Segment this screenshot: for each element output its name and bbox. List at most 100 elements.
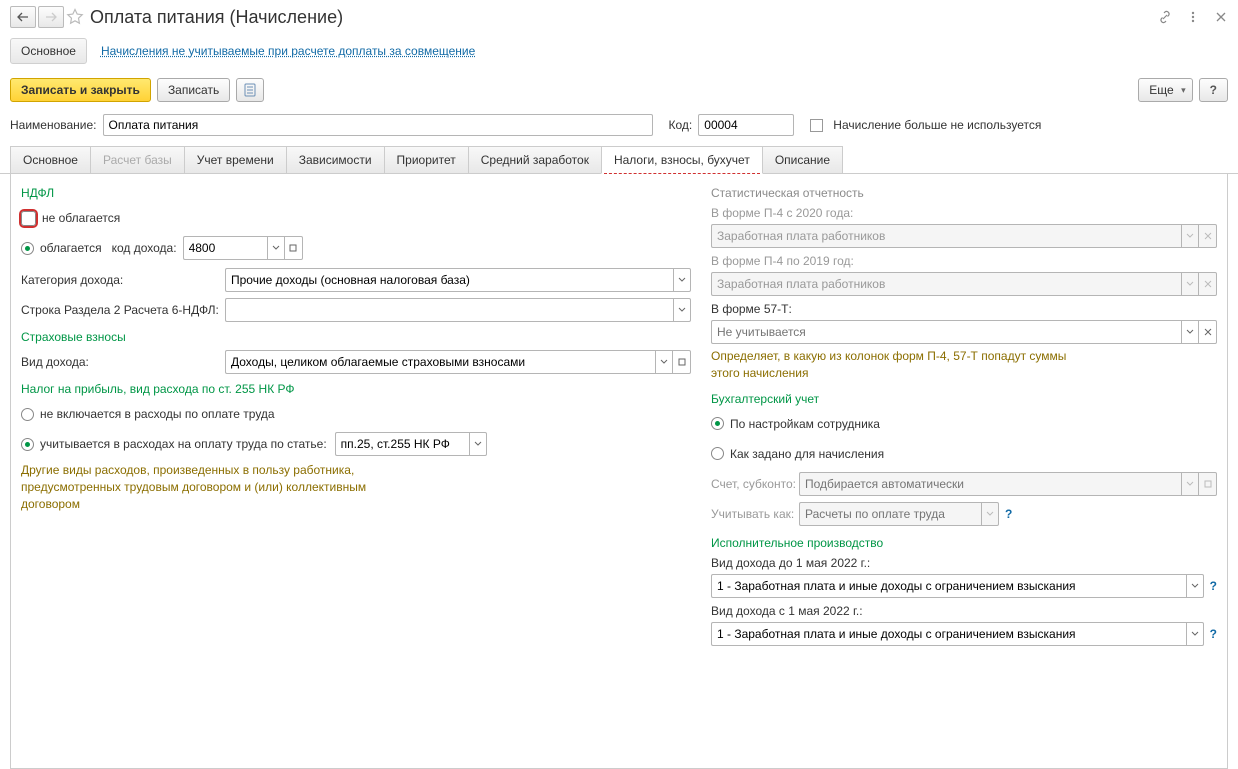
link-icon[interactable]	[1158, 10, 1172, 24]
tab-taxes[interactable]: Налоги, взносы, бухучет	[601, 146, 763, 174]
nav-link-main[interactable]: Основное	[10, 38, 87, 64]
income-before-label: Вид дохода до 1 мая 2022 г.:	[711, 556, 1217, 570]
p4-2019-label: В форме П-4 по 2019 год:	[711, 254, 1217, 268]
tab-deps[interactable]: Зависимости	[286, 146, 385, 173]
income-code-open[interactable]	[285, 236, 303, 260]
clear-icon	[1204, 328, 1212, 336]
p4-2020-clear	[1199, 224, 1217, 248]
chevron-down-icon	[1191, 631, 1199, 637]
income-before-input[interactable]	[711, 574, 1186, 598]
more-vertical-icon[interactable]	[1186, 10, 1200, 24]
income-category-dropdown[interactable]	[673, 268, 691, 292]
report-button[interactable]	[236, 78, 264, 102]
page-title: Оплата питания (Начисление)	[90, 7, 343, 28]
tab-main[interactable]: Основное	[10, 146, 91, 173]
t57-dropdown[interactable]	[1181, 320, 1199, 344]
fields-row: Наименование: Код: Начисление больше не …	[0, 114, 1238, 146]
nav-link-accruals[interactable]: Начисления не учитываемые при расчете до…	[101, 44, 475, 58]
profit-tax-note: Другие виды расходов, произведенных в по…	[21, 462, 401, 512]
stat-section-title: Статистическая отчетность	[711, 186, 1217, 200]
nav-back-button[interactable]	[10, 6, 36, 28]
code-input[interactable]	[698, 114, 794, 136]
ndfl-not-taxed-radio[interactable]	[21, 211, 36, 226]
income-type-input[interactable]	[225, 350, 655, 374]
income-before-dropdown[interactable]	[1186, 574, 1204, 598]
tab-priority[interactable]: Приоритет	[384, 146, 469, 173]
p4-2020-dropdown	[1181, 224, 1199, 248]
by-accrual-label: Как задано для начисления	[730, 447, 884, 461]
ndfl-not-taxed-label: не облагается	[42, 211, 120, 225]
account-input	[799, 472, 1181, 496]
chevron-down-icon	[660, 359, 668, 365]
by-employee-radio[interactable]	[711, 417, 724, 430]
income-after-dropdown[interactable]	[1186, 622, 1204, 646]
account-open	[1199, 472, 1217, 496]
tab-time[interactable]: Учет времени	[184, 146, 287, 173]
included-radio[interactable]	[21, 438, 34, 451]
chevron-down-icon	[1186, 233, 1194, 239]
tab-base[interactable]: Расчет базы	[90, 146, 185, 173]
by-accrual-radio[interactable]	[711, 447, 724, 460]
article-input[interactable]	[335, 432, 469, 456]
clear-icon	[1204, 280, 1212, 288]
chevron-down-icon	[986, 511, 994, 517]
chevron-down-icon	[1186, 481, 1194, 487]
t57-label: В форме 57-Т:	[711, 302, 1217, 316]
stat-note: Определяет, в какую из колонок форм П-4,…	[711, 348, 1071, 382]
header-bar: Оплата питания (Начисление)	[0, 0, 1238, 34]
p4-2020-input	[711, 224, 1181, 248]
chevron-down-icon	[678, 277, 686, 283]
article-dropdown[interactable]	[469, 432, 487, 456]
income-type-label: Вид дохода:	[21, 355, 225, 369]
tab-avg[interactable]: Средний заработок	[468, 146, 602, 173]
income-code-input[interactable]	[183, 236, 267, 260]
tab-desc[interactable]: Описание	[762, 146, 843, 173]
included-label: учитывается в расходах на оплату труда п…	[40, 437, 327, 451]
document-icon	[244, 83, 256, 97]
t57-clear[interactable]	[1199, 320, 1217, 344]
favorite-star-icon[interactable]	[66, 8, 84, 26]
profit-tax-section-title: Налог на прибыль, вид расхода по ст. 255…	[21, 382, 691, 396]
row6-dropdown[interactable]	[673, 298, 691, 322]
accounting-section-title: Бухгалтерский учет	[711, 392, 1217, 406]
row6-label: Строка Раздела 2 Расчета 6-НДФЛ:	[21, 303, 225, 317]
income-category-input[interactable]	[225, 268, 673, 292]
treat-as-help[interactable]: ?	[1005, 507, 1012, 521]
save-button[interactable]: Записать	[157, 78, 230, 102]
by-employee-label: По настройкам сотрудника	[730, 417, 880, 431]
income-before-help[interactable]: ?	[1210, 579, 1217, 593]
name-input[interactable]	[103, 114, 653, 136]
ndfl-taxed-label: облагается	[40, 241, 102, 255]
right-column: Статистическая отчетность В форме П-4 с …	[711, 186, 1217, 756]
ndfl-section-title: НДФЛ	[21, 186, 691, 200]
nav-forward-button[interactable]	[38, 6, 64, 28]
chevron-down-icon	[474, 441, 482, 447]
income-code-dropdown[interactable]	[267, 236, 285, 260]
more-button[interactable]: Еще	[1138, 78, 1192, 102]
income-type-open[interactable]	[673, 350, 691, 374]
tabs: Основное Расчет базы Учет времени Зависи…	[0, 146, 1238, 174]
not-used-checkbox[interactable]	[810, 119, 823, 132]
treat-as-input	[799, 502, 981, 526]
row6-input[interactable]	[225, 298, 673, 322]
help-button[interactable]: ?	[1199, 78, 1228, 102]
t57-input[interactable]	[711, 320, 1181, 344]
ndfl-taxed-radio[interactable]	[21, 242, 34, 255]
income-type-dropdown[interactable]	[655, 350, 673, 374]
chevron-down-icon	[272, 245, 280, 251]
code-label: Код:	[669, 118, 693, 132]
chevron-down-icon	[1186, 281, 1194, 287]
p4-2019-input	[711, 272, 1181, 296]
chevron-down-icon	[678, 307, 686, 313]
arrow-right-icon	[45, 12, 57, 22]
not-included-radio[interactable]	[21, 408, 34, 421]
income-category-label: Категория дохода:	[21, 273, 225, 287]
save-and-close-button[interactable]: Записать и закрыть	[10, 78, 151, 102]
close-icon[interactable]	[1214, 10, 1228, 24]
account-dropdown	[1181, 472, 1199, 496]
income-after-help[interactable]: ?	[1210, 627, 1217, 641]
expand-icon	[678, 358, 686, 366]
account-label: Счет, субконто:	[711, 477, 799, 491]
exec-section-title: Исполнительное производство	[711, 536, 1217, 550]
income-after-input[interactable]	[711, 622, 1186, 646]
